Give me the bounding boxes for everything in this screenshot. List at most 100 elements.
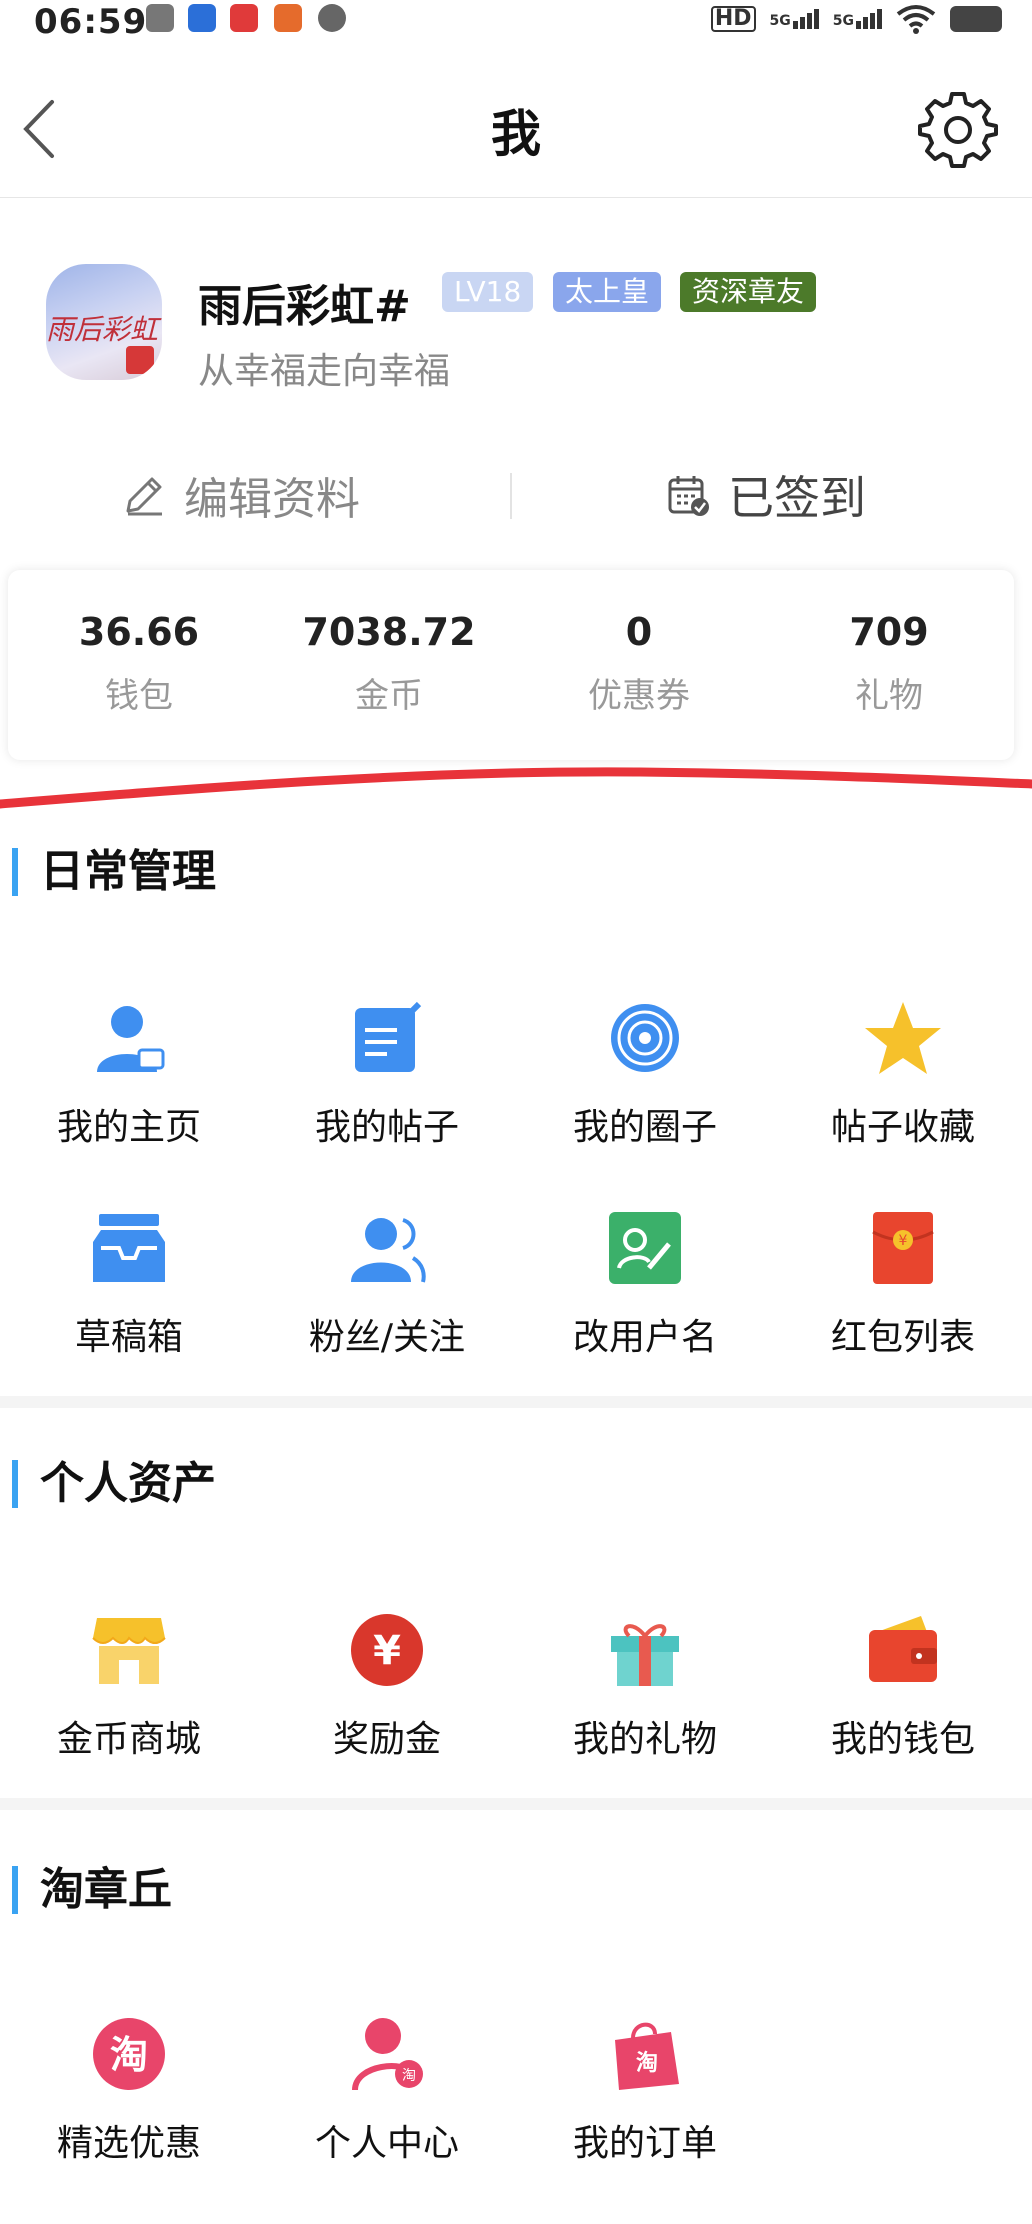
- user-signature: 从幸福走向幸福: [198, 351, 451, 392]
- users-icon: [351, 1218, 426, 1283]
- app-notification-icon: [318, 4, 346, 32]
- grid-item-followers[interactable]: 粉丝/关注: [258, 1208, 516, 1358]
- red-envelope-icon: ¥: [872, 1212, 934, 1284]
- grid-label: 帖子收藏: [830, 1107, 975, 1148]
- gift-box-icon: [611, 1624, 679, 1686]
- stat-value: 36.66: [78, 610, 200, 654]
- grid-item-my-orders[interactable]: 淘 我的订单: [516, 2014, 774, 2164]
- section-separator: [0, 1396, 1032, 1408]
- user-card-icon: [97, 1006, 165, 1072]
- tao-glyph: 淘: [110, 2033, 148, 2077]
- calendar-check-icon: [668, 476, 709, 516]
- level-badge: LV18: [442, 272, 534, 312]
- page-title: 我: [491, 105, 541, 163]
- rank-badge: 资深章友: [680, 272, 817, 312]
- grid-label: 红包列表: [830, 1317, 975, 1358]
- sign-in-label: 已签到: [728, 471, 866, 525]
- grid-label: 精选优惠: [56, 2123, 201, 2164]
- app-notification-icon: [274, 4, 302, 32]
- avatar[interactable]: 雨后彩虹: [46, 264, 162, 380]
- grid-item-personal-center[interactable]: 淘 个人中心: [258, 2014, 516, 2164]
- stats-card: 36.66 钱包 7038.72 金币 0 优惠券 709 礼物: [8, 570, 1014, 760]
- stat-coupons[interactable]: 0 优惠券: [514, 570, 764, 760]
- star-icon: [865, 1002, 941, 1074]
- title-badge: 太上皇: [553, 272, 662, 312]
- section-title-daily: 日常管理: [12, 848, 216, 896]
- svg-text:¥: ¥: [373, 1628, 401, 1674]
- grid-item-drafts[interactable]: 草稿箱: [0, 1208, 258, 1358]
- stat-label: 礼物: [855, 676, 923, 716]
- annotation-underline: [0, 767, 1032, 809]
- grid-label: 我的主页: [56, 1107, 201, 1148]
- stat-wallet[interactable]: 36.66 钱包: [14, 570, 264, 760]
- grid-label: 草稿箱: [74, 1317, 183, 1358]
- gear-icon[interactable]: [918, 88, 998, 168]
- section-title-taozhangqiu: 淘章丘: [12, 1866, 172, 1914]
- section-separator: [0, 1798, 1032, 1810]
- battery-icon: [950, 6, 1002, 32]
- tao-bag-icon: 淘: [615, 2022, 679, 2090]
- sign-in-button[interactable]: 已签到: [666, 465, 866, 525]
- grid-item-red-envelopes[interactable]: ¥ 红包列表: [774, 1208, 1032, 1358]
- grid-item-selected-deals[interactable]: 淘 精选优惠: [0, 2014, 258, 2164]
- signal-label: 5G: [769, 13, 791, 29]
- grid-item-reward[interactable]: ¥ 奖励金: [258, 1610, 516, 1760]
- wallet-icon: [869, 1616, 937, 1682]
- grid-item-my-homepage[interactable]: 我的主页: [0, 998, 258, 1148]
- grid-label: 我的钱包: [830, 1719, 975, 1760]
- grid-item-change-username[interactable]: 改用户名: [516, 1208, 774, 1358]
- signal-icon: 5G: [833, 9, 882, 29]
- inbox-tray-icon: [93, 1214, 165, 1282]
- signal-label: 5G: [832, 13, 854, 29]
- grid-item-coin-store[interactable]: 金币商城: [0, 1610, 258, 1760]
- stat-gifts[interactable]: 709 礼物: [764, 570, 1014, 760]
- edit-profile-button[interactable]: 编辑资料: [122, 465, 360, 525]
- stat-value: 709: [849, 610, 929, 654]
- edit-note-icon: [355, 1001, 422, 1072]
- grid-item-favorites[interactable]: 帖子收藏: [774, 998, 1032, 1148]
- grid-label: 奖励金: [332, 1719, 441, 1760]
- grid-label: 改用户名: [572, 1317, 717, 1358]
- stat-label: 金币: [355, 676, 423, 716]
- status-time: 06:59: [34, 2, 148, 42]
- stat-value: 0: [625, 610, 653, 654]
- pen-card-icon: [609, 1212, 681, 1284]
- yen-coin-icon: ¥: [351, 1614, 423, 1686]
- seal-icon: [126, 346, 154, 374]
- status-icons: HD 5G 5G: [710, 4, 1002, 34]
- avatar-text: 雨后彩虹: [46, 313, 159, 346]
- tao-glyph: 淘: [636, 2050, 658, 2076]
- stat-label: 优惠券: [588, 676, 690, 716]
- grid-label: 金币商城: [56, 1719, 201, 1760]
- store-icon: [92, 1618, 166, 1684]
- grid-label: 我的圈子: [572, 1107, 717, 1148]
- pencil-icon: [126, 477, 162, 516]
- divider: [510, 473, 512, 519]
- grid-item-my-wallet[interactable]: 我的钱包: [774, 1610, 1032, 1760]
- signal-icon: 5G: [770, 9, 819, 29]
- app-notification-icon: [230, 4, 258, 32]
- grid-label: 粉丝/关注: [308, 1317, 466, 1358]
- grid-item-my-circles[interactable]: 我的圈子: [516, 998, 774, 1148]
- grid-label: 我的帖子: [314, 1107, 459, 1148]
- top-nav-bar: 我: [0, 58, 1032, 198]
- section-title-assets: 个人资产: [12, 1460, 216, 1508]
- grid-label: 我的订单: [572, 2123, 717, 2164]
- profile-actions: 编辑资料 已签到: [0, 455, 1032, 535]
- stat-value: 7038.72: [302, 610, 476, 654]
- tao-user-icon: 淘: [352, 2018, 423, 2091]
- tao-badge-icon: 淘: [93, 2018, 165, 2090]
- edit-profile-label: 编辑资料: [184, 474, 360, 525]
- grid-item-my-posts[interactable]: 我的帖子: [258, 998, 516, 1148]
- svg-text:¥: ¥: [899, 1233, 908, 1249]
- status-bar: 06:59 HD 5G 5G: [0, 0, 1032, 42]
- app-notification-icon: [188, 4, 216, 32]
- stat-label: 钱包: [105, 676, 173, 716]
- wifi-icon: [896, 5, 936, 34]
- grid-label: 我的礼物: [572, 1719, 717, 1760]
- grid-item-my-gifts[interactable]: 我的礼物: [516, 1610, 774, 1760]
- tao-glyph: 淘: [402, 2068, 416, 2084]
- hd-icon: HD: [710, 6, 756, 32]
- stat-coins[interactable]: 7038.72 金币: [264, 570, 514, 760]
- app-notification-icon: [146, 4, 174, 32]
